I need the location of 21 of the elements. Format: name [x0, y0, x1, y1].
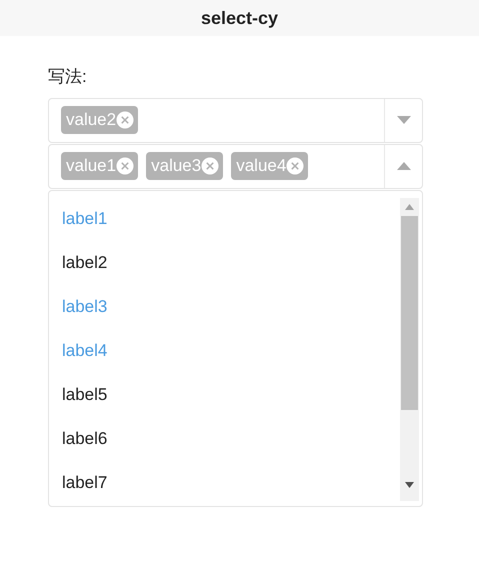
window-title: select-cy: [200, 6, 278, 30]
option-item[interactable]: label2: [62, 252, 108, 272]
close-icon[interactable]: [116, 111, 134, 129]
caret-up-icon[interactable]: [396, 162, 410, 170]
tag: value1: [61, 152, 138, 180]
tag: value4: [231, 152, 308, 180]
option-item[interactable]: label3: [62, 296, 108, 316]
multi-select[interactable]: value1 value3 value4: [48, 144, 423, 188]
close-icon[interactable]: [116, 157, 134, 175]
close-icon[interactable]: [286, 157, 304, 175]
option-item[interactable]: label5: [62, 384, 108, 404]
option-item[interactable]: label4: [62, 340, 108, 360]
option-item[interactable]: label1: [62, 208, 108, 228]
tag: value2: [61, 106, 138, 134]
option-item[interactable]: label6: [62, 428, 108, 448]
caret-down-icon[interactable]: [396, 116, 410, 124]
close-icon[interactable]: [201, 157, 220, 175]
tag: value3: [146, 152, 224, 180]
field-label: 写法:: [48, 67, 87, 86]
multi-select[interactable]: value2: [48, 98, 423, 142]
option-item[interactable]: label7: [62, 472, 108, 492]
